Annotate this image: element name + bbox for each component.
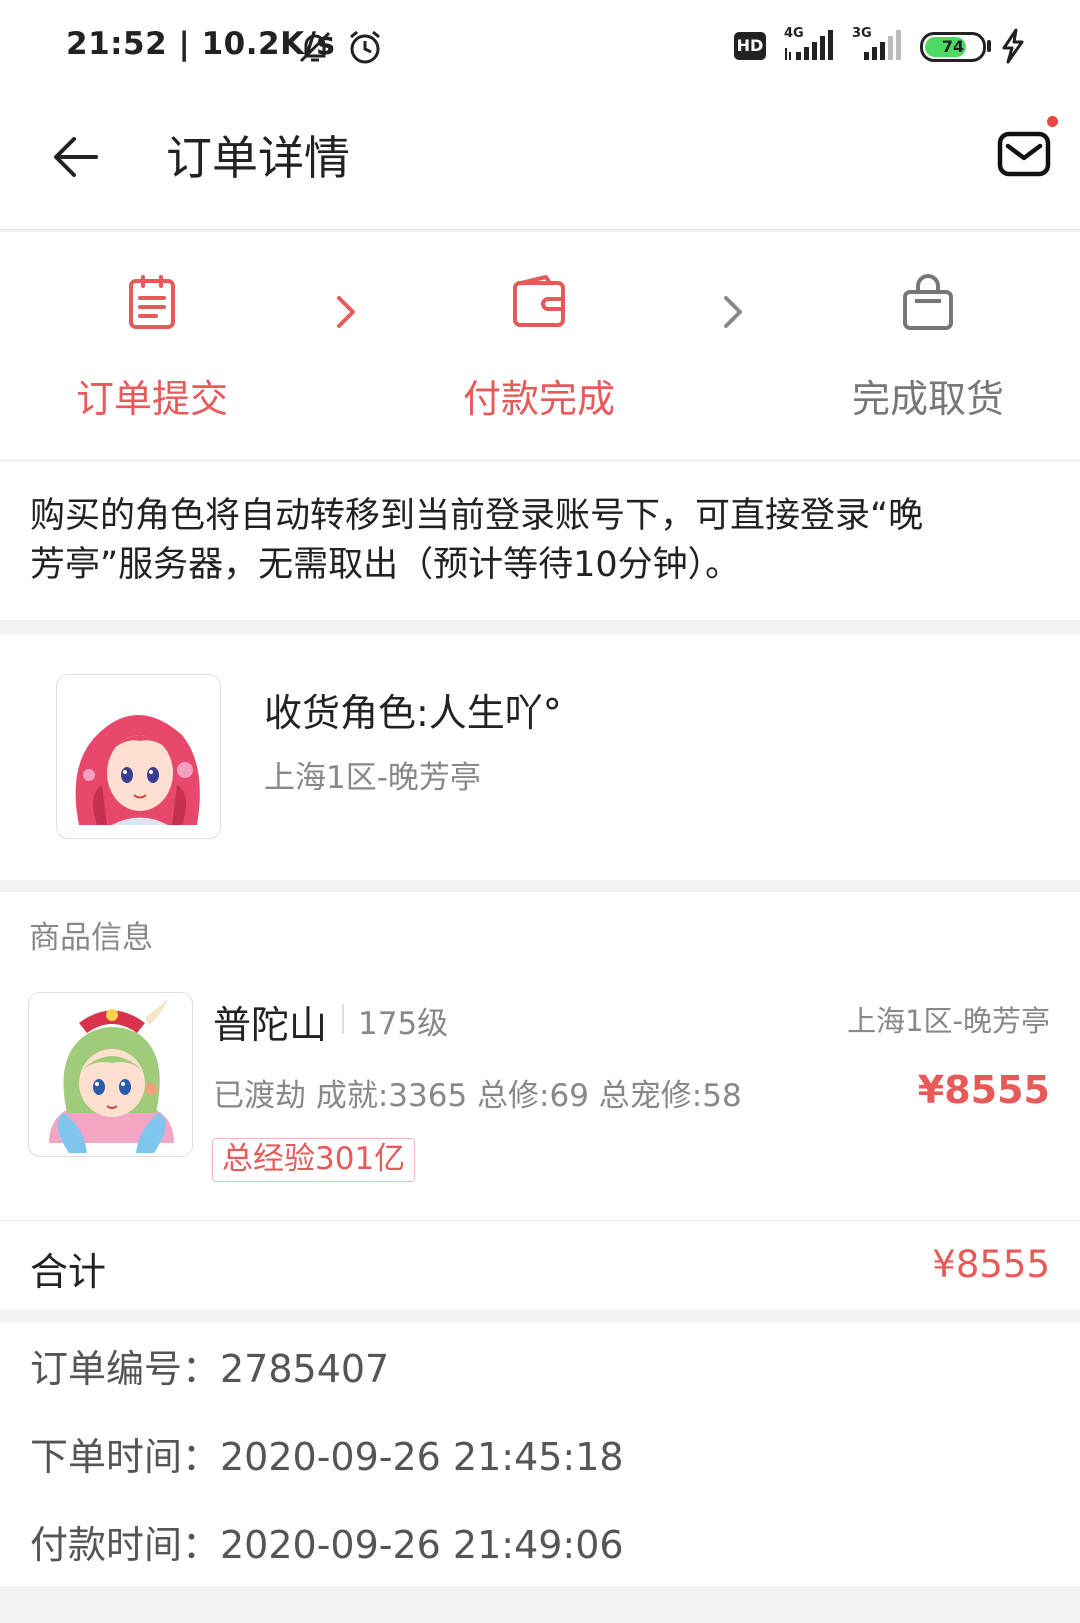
notification-dot: [1047, 116, 1058, 127]
goods-level: 175级: [358, 1006, 449, 1042]
bag-icon: [903, 274, 953, 330]
experience-tag: 总经验301亿: [212, 1138, 416, 1182]
charging-icon: [1002, 28, 1024, 64]
step-label: 完成取货: [851, 377, 1004, 421]
signal-3g-icon: 3G: [850, 26, 906, 62]
goods-price: ¥8555: [917, 1068, 1050, 1112]
order-paid-time: 付款时间：2020-09-26 21:49:06: [30, 1523, 624, 1567]
step-payment-complete: 付款完成: [409, 232, 669, 459]
notice-line: 芳亭”服务器，无需取出（预计等待10分钟）。: [30, 545, 741, 585]
receiver-server: 上海1区-晚芳亭: [264, 760, 481, 796]
goods-stats: 已渡劫 成就:3365 总修:69 总宠修:58: [213, 1078, 742, 1114]
battery-icon: 74: [920, 32, 986, 62]
signal-4g-icon: 4G: [782, 26, 838, 62]
wallet-icon: [513, 275, 565, 327]
step-label: 付款完成: [462, 377, 615, 421]
chevron-right-icon: [337, 296, 355, 328]
status-time: 21:52 | 10.2K/s: [66, 26, 336, 62]
alarm-icon: [350, 30, 380, 64]
page-title: 订单详情: [166, 131, 350, 185]
order-created-time: 下单时间：2020-09-26 21:45:18: [30, 1435, 624, 1479]
step-pickup-complete: 完成取货: [798, 232, 1058, 459]
order-progress: 订单提交 付款完成 完成取货: [0, 232, 1080, 459]
order-number: 订单编号：2785407: [30, 1347, 390, 1391]
section-title: 商品信息: [29, 920, 153, 956]
receiver-avatar: [56, 674, 221, 839]
back-arrow-icon[interactable]: [48, 126, 110, 188]
divider: [342, 1004, 344, 1034]
order-info: 订单编号：2785407 下单时间：2020-09-26 21:45:18 付款…: [0, 1322, 1080, 1586]
goods-avatar[interactable]: [28, 992, 193, 1157]
mail-icon[interactable]: [994, 124, 1054, 184]
goods-name: 普陀山: [213, 1003, 328, 1047]
mute-bell-icon: [299, 31, 331, 63]
step-label: 订单提交: [75, 377, 228, 421]
notice-line: 购买的角色将自动转移到当前登录账号下，可直接登录“晚: [30, 496, 924, 536]
receiver-name: 收货角色:人生吖°: [264, 691, 562, 735]
goods-section: 商品信息 普陀山 175级 上海1区-晚芳亭 已渡劫 成就:3365 总修:69…: [0, 892, 1080, 1220]
total-value: ¥8555: [932, 1243, 1050, 1286]
hd-icon: HD: [734, 32, 766, 60]
status-bar: 21:52 | 10.2K/s HD 4G 3G 74: [0, 0, 1080, 96]
order-list-icon: [129, 275, 175, 329]
step-order-submitted: 订单提交: [22, 232, 282, 459]
receiver-card: 收货角色:人生吖° 上海1区-晚芳亭: [0, 634, 1080, 880]
total-row: 合计 ¥8555: [0, 1220, 1080, 1310]
total-label: 合计: [30, 1250, 107, 1294]
chevron-right-icon: [724, 296, 742, 328]
app-header: 订单详情: [0, 96, 1080, 230]
goods-server: 上海1区-晚芳亭: [847, 1004, 1050, 1038]
transfer-notice: 购买的角色将自动转移到当前登录账号下，可直接登录“晚 芳亭”服务器，无需取出（预…: [0, 462, 1080, 620]
